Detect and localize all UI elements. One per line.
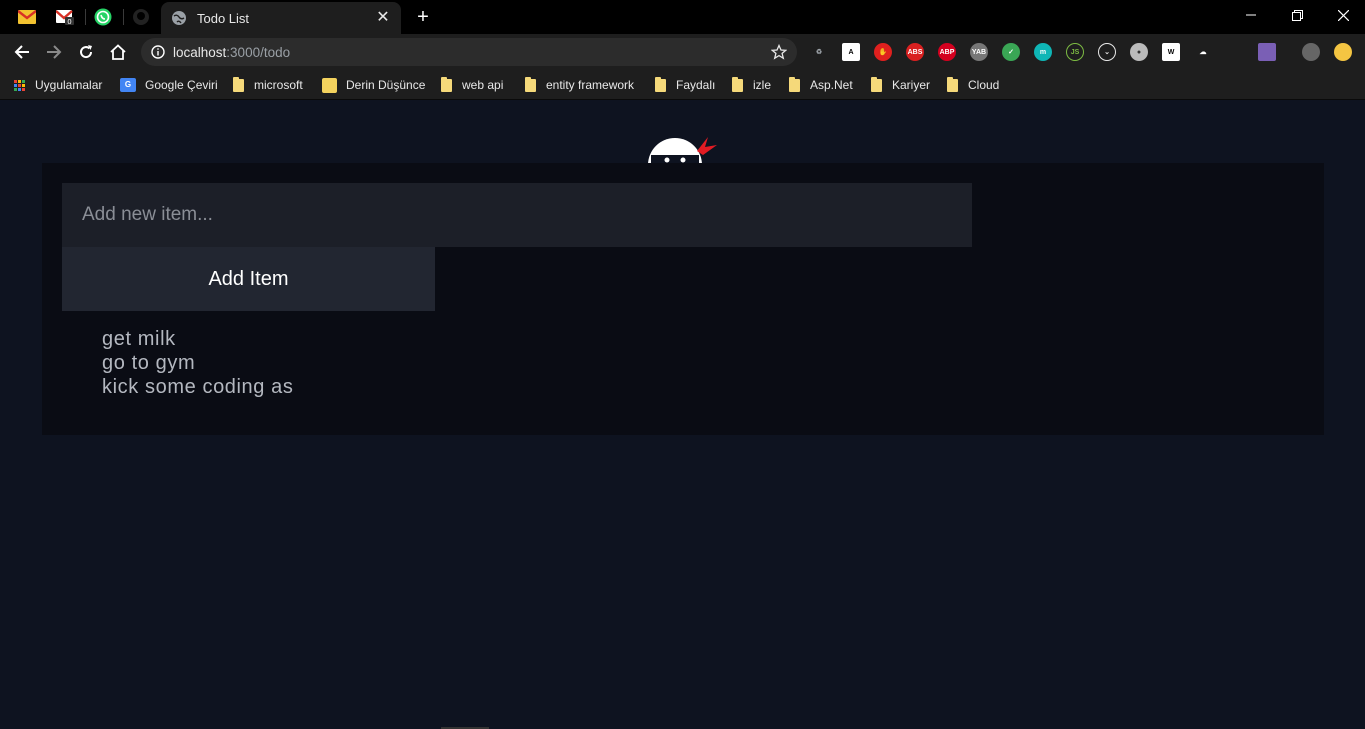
tab-strip: 0 Todo List ✕ + xyxy=(0,0,1365,34)
todo-list: get milk go to gym kick some coding as xyxy=(102,327,293,399)
back-button[interactable] xyxy=(10,40,34,64)
font-a-icon[interactable]: A xyxy=(842,43,860,61)
cloud-icon[interactable]: ☁ xyxy=(1194,43,1212,61)
yab-icon[interactable]: YAB xyxy=(970,43,988,61)
apps-grid-icon xyxy=(14,79,25,91)
bookmark-derin-d-nce[interactable]: Derin Düşünce xyxy=(322,76,425,94)
folder-icon xyxy=(441,76,452,92)
minimize-button[interactable] xyxy=(1228,0,1274,30)
abp-icon[interactable]: ABP xyxy=(938,43,956,61)
bookmark-izle[interactable]: izle xyxy=(732,76,771,94)
bookmark-uygulamalar[interactable]: Uygulamalar xyxy=(14,76,102,94)
arrow-right-icon xyxy=(47,45,62,59)
forward-button[interactable] xyxy=(42,40,66,64)
profile-avatar-icon[interactable] xyxy=(1302,43,1320,61)
gmail-notification-icon: 0 xyxy=(56,10,74,25)
svg-text:0: 0 xyxy=(67,18,71,25)
reload-icon xyxy=(80,45,93,59)
bookmark-label: web api xyxy=(462,78,504,92)
bookmark-label: izle xyxy=(753,78,772,92)
bookmark-label: Faydalı xyxy=(676,78,716,92)
arrow-left-icon xyxy=(14,45,29,59)
bookmark-label: Derin Düşünce xyxy=(346,78,426,92)
folder-icon xyxy=(525,76,536,92)
bookmark-label: microsoft xyxy=(254,78,303,92)
derin-icon xyxy=(322,77,337,93)
reload-button[interactable] xyxy=(74,40,98,64)
record-icon[interactable]: ● xyxy=(1130,43,1148,61)
bookmark-kariyer[interactable]: Kariyer xyxy=(871,76,930,94)
add-item-button[interactable]: Add Item xyxy=(62,247,435,311)
shield-icon[interactable]: ✓ xyxy=(1002,43,1020,61)
bookmark-faydal-[interactable]: Faydalı xyxy=(655,76,715,94)
minimize-icon xyxy=(1246,14,1256,16)
folder-icon xyxy=(947,76,958,92)
url-path: :3000/todo xyxy=(226,44,291,60)
pinned-tab-github[interactable] xyxy=(122,0,160,34)
folder-icon xyxy=(655,76,666,92)
bookmark-label: entity framework xyxy=(546,78,635,92)
bookmark-cloud[interactable]: Cloud xyxy=(947,76,999,94)
github-icon xyxy=(133,9,149,25)
home-icon xyxy=(110,44,126,60)
close-window-button[interactable] xyxy=(1320,0,1365,30)
new-tab-button[interactable]: + xyxy=(412,6,434,28)
url-host: localhost xyxy=(173,44,227,60)
bookmark-google-eviri[interactable]: G Google Çeviri xyxy=(120,76,218,94)
home-button[interactable] xyxy=(106,40,130,64)
google-translate-icon: G xyxy=(120,78,136,92)
pocket-icon[interactable]: ⌄ xyxy=(1098,43,1116,61)
nodejs-icon[interactable]: JS xyxy=(1066,43,1084,61)
todo-card: Add Item get milkgo to gymkick some codi… xyxy=(42,163,1324,435)
whatsapp-icon xyxy=(94,8,112,26)
folder-icon xyxy=(789,76,800,92)
browser-toolbar: localhost:3000/todo ♻ A ✋ ABS ABP YAB ✓ m JS ⌄ ● W ☁ xyxy=(0,34,1365,70)
coin-icon[interactable] xyxy=(1334,43,1352,61)
tab-todo-list[interactable]: Todo List ✕ xyxy=(161,2,401,34)
bookmark-label: Cloud xyxy=(968,78,1000,92)
todo-item[interactable]: get milk xyxy=(102,327,293,351)
restore-button[interactable] xyxy=(1274,0,1320,30)
wikipedia-icon[interactable]: W xyxy=(1162,43,1180,61)
folder-icon xyxy=(233,76,244,92)
pdf-icon[interactable] xyxy=(1258,43,1276,61)
address-bar[interactable]: localhost:3000/todo xyxy=(141,38,797,66)
bookmark-microsoft[interactable]: microsoft xyxy=(233,76,303,94)
recycle-icon[interactable]: ♻ xyxy=(810,43,828,61)
globe-icon xyxy=(172,11,186,25)
bookmark-label: Google Çeviri xyxy=(145,78,218,92)
page-content: Add Item get milkgo to gymkick some codi… xyxy=(0,101,1365,729)
close-tab-icon[interactable]: ✕ xyxy=(375,10,391,26)
bookmark-label: Kariyer xyxy=(892,78,931,92)
bookmark-entity-framework[interactable]: entity framework xyxy=(525,76,634,94)
bookmark-web-api[interactable]: web api xyxy=(441,76,503,94)
star-bookmark-icon[interactable] xyxy=(771,44,787,60)
pinned-tab-gmail[interactable] xyxy=(8,0,46,34)
info-icon[interactable] xyxy=(151,45,165,59)
close-icon xyxy=(1337,9,1349,21)
pinned-tab-whatsapp[interactable] xyxy=(84,0,122,34)
gmail-icon xyxy=(18,10,36,24)
pinned-tab-gmail-2[interactable]: 0 xyxy=(46,0,84,34)
new-item-input[interactable] xyxy=(62,183,972,247)
bookmark-label: Asp.Net xyxy=(810,78,853,92)
folder-icon xyxy=(871,76,882,92)
bookmark-asp-net[interactable]: Asp.Net xyxy=(789,76,853,94)
todo-item[interactable]: kick some coding as xyxy=(102,375,293,399)
bookmarks-bar: Uygulamalar G Google Çeviri microsoft Derin … xyxy=(0,70,1365,100)
tab-title: Todo List xyxy=(197,10,250,26)
todo-item[interactable]: go to gym xyxy=(102,351,293,375)
folder-icon xyxy=(732,76,743,92)
stop-hand-icon[interactable]: ✋ xyxy=(874,43,892,61)
adblock-icon[interactable]: ABS xyxy=(906,43,924,61)
m-icon[interactable]: m xyxy=(1034,43,1052,61)
restore-icon xyxy=(1291,9,1303,21)
bookmark-label: Uygulamalar xyxy=(35,78,103,92)
url-text: localhost:3000/todo xyxy=(173,45,771,60)
